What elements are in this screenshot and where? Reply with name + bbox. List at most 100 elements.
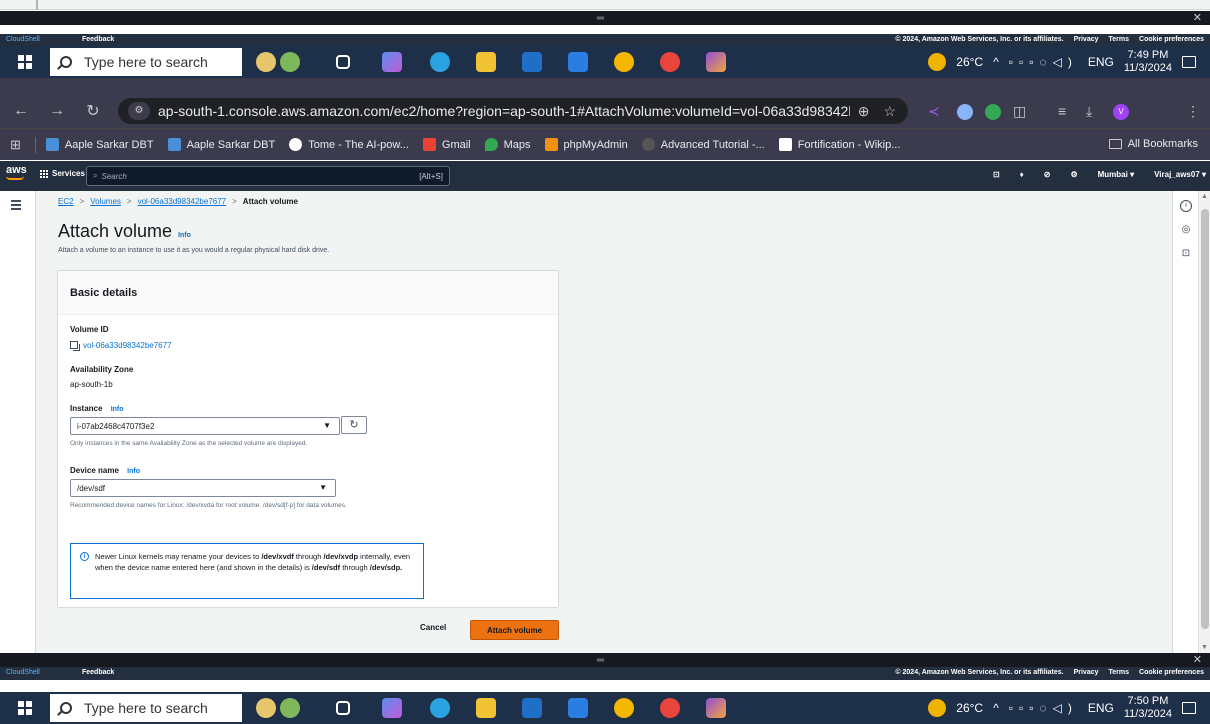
store-icon[interactable] <box>522 698 542 718</box>
chrome-profile-icon[interactable] <box>660 52 680 72</box>
scrollbar-thumb[interactable] <box>1201 209 1209 629</box>
widget-leaf-icon[interactable] <box>280 698 300 718</box>
taskbar-search-box[interactable]: Type here to search <box>50 48 242 76</box>
title-info-link[interactable]: Info <box>178 232 191 239</box>
reading-list-icon[interactable]: ≡ <box>1058 103 1066 119</box>
all-bookmarks-button[interactable]: All Bookmarks <box>1108 138 1198 150</box>
store-icon[interactable] <box>522 52 542 72</box>
task-view-icon[interactable] <box>336 701 350 715</box>
cancel-button[interactable]: Cancel <box>420 623 446 632</box>
forward-icon[interactable]: → <box>46 102 68 120</box>
chevron-up-icon[interactable]: ^ <box>993 55 999 69</box>
bookmark-item[interactable]: Maps <box>484 138 531 151</box>
bookmark-item[interactable]: Aaple Sarkar DBT <box>45 138 154 151</box>
taskbar-search-box[interactable]: Type here to search <box>50 694 242 722</box>
cloudshell-drag-bar-top[interactable]: ═ ✕ <box>0 11 1210 25</box>
page-scrollbar[interactable]: ▲ ▼ <box>1198 191 1210 653</box>
extension-icon[interactable]: ≺ <box>928 103 940 120</box>
copy-icon[interactable] <box>70 341 80 351</box>
terms-link[interactable]: Terms <box>1109 36 1130 43</box>
bookmark-item[interactable]: Fortification - Wikip... <box>778 138 900 151</box>
settings-gear-icon[interactable]: ⚙ <box>1070 170 1077 179</box>
language-indicator[interactable]: ENG <box>1088 701 1114 715</box>
copilot-icon[interactable] <box>382 52 402 72</box>
task-view-icon[interactable] <box>336 55 350 69</box>
info-panel-icon[interactable]: i <box>1180 200 1192 212</box>
zoom-icon[interactable]: ⊕ <box>858 103 870 120</box>
weather-icon[interactable] <box>928 53 947 71</box>
site-info-icon[interactable]: ⚙ <box>128 102 150 120</box>
notifications-bell-icon[interactable]: ♦ <box>1020 170 1024 179</box>
feedback-link[interactable]: Feedback <box>82 36 114 43</box>
edge-icon[interactable] <box>430 698 450 718</box>
cloudshell-link[interactable]: CloudShell <box>6 36 40 43</box>
windows-start-icon[interactable] <box>18 701 32 715</box>
extension-shield-icon[interactable] <box>985 104 1001 120</box>
bookmark-item[interactable]: Gmail <box>422 138 471 151</box>
back-icon[interactable]: ← <box>10 102 32 120</box>
cloudshell-icon[interactable]: ⊡ <box>993 170 1000 179</box>
bookmark-item[interactable]: phpMyAdmin <box>544 138 628 151</box>
privacy-link[interactable]: Privacy <box>1074 669 1099 676</box>
chevron-up-icon[interactable]: ^ <box>993 701 999 715</box>
scroll-up-icon[interactable]: ▲ <box>1201 193 1208 200</box>
widget-icon[interactable] <box>256 698 276 718</box>
hamburger-menu-icon[interactable] <box>11 200 21 212</box>
region-selector[interactable]: Mumbai ▾ <box>1098 170 1134 179</box>
notification-icon[interactable] <box>1182 56 1196 68</box>
scroll-down-icon[interactable]: ▼ <box>1201 644 1208 651</box>
mail-icon[interactable] <box>568 52 588 72</box>
privacy-link[interactable]: Privacy <box>1074 36 1099 43</box>
drag-handle-icon[interactable]: ═ <box>597 13 604 24</box>
widget-leaf-icon[interactable] <box>280 52 300 72</box>
aws-logo[interactable]: aws <box>6 165 27 180</box>
chrome-icon[interactable] <box>614 698 634 718</box>
extensions-puzzle-icon[interactable]: ◫ <box>1013 103 1026 120</box>
drag-handle-icon[interactable]: ═ <box>597 655 604 666</box>
attach-volume-button[interactable]: Attach volume <box>470 620 559 640</box>
tutorial-icon[interactable]: ◎ <box>1180 224 1192 236</box>
breadcrumb-volume-id[interactable]: vol-06a33d98342be7677 <box>138 197 227 206</box>
profile-avatar[interactable]: V <box>1113 104 1129 120</box>
bookmark-item[interactable]: Advanced Tutorial -... <box>641 138 765 151</box>
aws-search-input[interactable]: ⌕ Search [Alt+S] <box>86 166 450 186</box>
weather-temp[interactable]: 26°C <box>956 55 983 69</box>
help-icon[interactable]: ⊘ <box>1044 170 1051 179</box>
extension-icon[interactable] <box>957 104 973 120</box>
cloudshell-drag-bar[interactable]: ═ ✕ <box>0 653 1210 667</box>
breadcrumb-ec2[interactable]: EC2 <box>58 197 74 206</box>
refresh-instances-button[interactable]: ↻ <box>341 416 367 434</box>
bookmark-item[interactable]: Aaple Sarkar DBT <box>167 138 275 151</box>
cloudshell-link[interactable]: CloudShell <box>6 669 40 676</box>
apps-grid-icon[interactable]: ⊞ <box>10 137 21 153</box>
clock[interactable]: 7:50 PM 11/3/2024 <box>1124 695 1172 721</box>
breadcrumb-volumes[interactable]: Volumes <box>90 197 121 206</box>
menu-kebab-icon[interactable]: ⋮ <box>1186 103 1200 120</box>
notification-icon[interactable] <box>1182 702 1196 714</box>
address-bar[interactable]: ⚙ ap-south-1.console.aws.amazon.com/ec2/… <box>118 98 908 124</box>
windows-start-icon[interactable] <box>18 55 32 69</box>
tray-icons[interactable]: ▫▫▫◌◁) <box>1009 701 1078 715</box>
services-menu-button[interactable]: Services <box>40 169 85 178</box>
widget-icon[interactable] <box>256 52 276 72</box>
edge-icon[interactable] <box>430 52 450 72</box>
bookmark-star-icon[interactable]: ☆ <box>883 103 896 120</box>
instance-select[interactable]: i-07ab2468c4707f3e2 ▼ <box>70 417 340 435</box>
language-indicator[interactable]: ENG <box>1088 55 1114 69</box>
cookie-preferences-link[interactable]: Cookie preferences <box>1139 36 1204 43</box>
device-info-link[interactable]: Info <box>127 468 140 475</box>
terms-link[interactable]: Terms <box>1109 669 1130 676</box>
feedback-link[interactable]: Feedback <box>82 669 114 676</box>
close-icon[interactable]: ✕ <box>1193 653 1202 666</box>
cookie-preferences-link[interactable]: Cookie preferences <box>1139 669 1204 676</box>
account-menu[interactable]: Viraj_aws07 ▾ <box>1154 170 1206 179</box>
reload-icon[interactable]: ↻ <box>82 101 104 121</box>
close-icon[interactable]: ✕ <box>1193 11 1202 24</box>
copilot-icon[interactable] <box>382 698 402 718</box>
file-explorer-icon[interactable] <box>476 698 496 718</box>
device-name-select[interactable]: /dev/sdf ▼ <box>70 479 336 497</box>
weather-temp[interactable]: 26°C <box>956 701 983 715</box>
chrome-profile-icon[interactable] <box>660 698 680 718</box>
clock[interactable]: 7:49 PM 11/3/2024 <box>1124 49 1172 75</box>
feedback-icon[interactable]: ⊡ <box>1180 248 1192 260</box>
